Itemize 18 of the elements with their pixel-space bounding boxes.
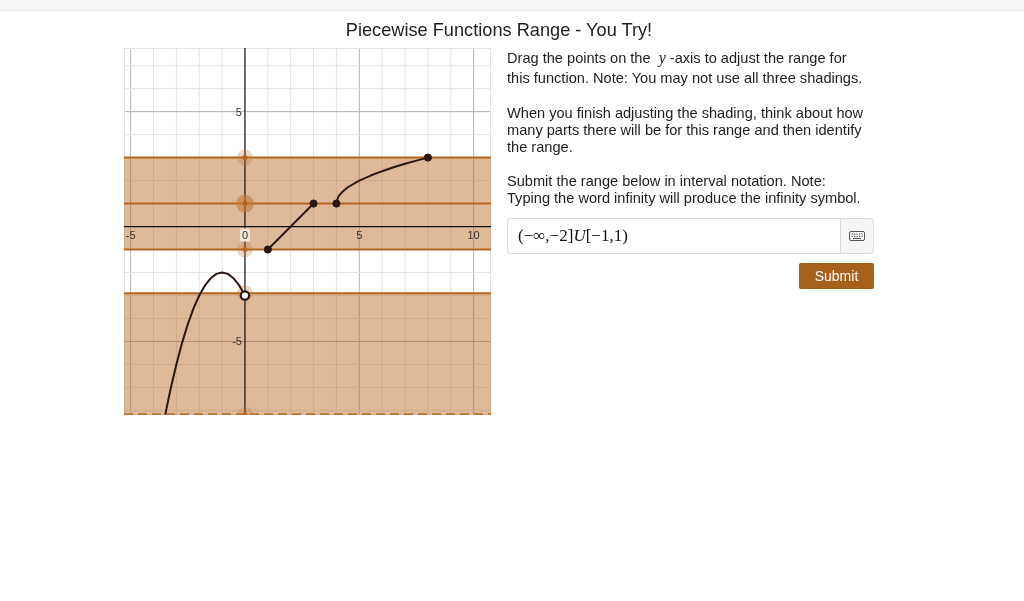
- axis-label: 5: [235, 105, 242, 118]
- instruction-text: Submit the range below in interval notation. Note: Typing the word infinity will produce the infinity symbol.: [507, 173, 862, 207]
- axis-label: 5: [356, 228, 363, 241]
- axis-label: -5: [232, 335, 242, 348]
- drag-handle[interactable]: [236, 241, 253, 258]
- instruction-text: When you finish adjusting the shading, think about how many parts there will be for this range and then identify the range.: [507, 105, 865, 156]
- page-title: Piecewise Functions Range - You Try!: [344, 20, 654, 40]
- keyboard-icon: [849, 231, 865, 241]
- axis-label: 10: [467, 228, 480, 241]
- drag-handle[interactable]: [236, 407, 253, 415]
- axis-label: -5: [125, 228, 136, 241]
- keyboard-button[interactable]: [840, 218, 874, 254]
- answer-field[interactable]: (−∞,−2]U[−1,1): [507, 218, 840, 254]
- instruction-text: Drag the points on the y-axis to adjust the range for this function. Note: You may not use all three shadings.: [507, 48, 864, 88]
- drag-handle[interactable]: [235, 194, 254, 213]
- drag-handle[interactable]: [236, 149, 253, 166]
- axis-label: 0: [241, 228, 248, 241]
- submit-button[interactable]: Submit: [799, 263, 874, 289]
